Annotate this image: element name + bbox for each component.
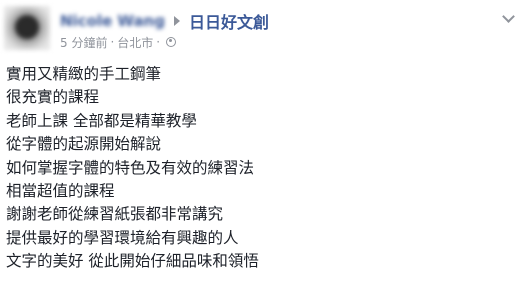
- post-body: 實用又精緻的手工鋼筆 很充實的課程老師上課 全部都是精華教學 從字體的起源開始解說如…: [6, 63, 518, 274]
- post-text-line: 老師上課 全部都是精華教學: [6, 111, 197, 130]
- post-location[interactable]: 台北市: [117, 34, 153, 51]
- post-card: Nicole Wang 日日好文創 5 分鐘前 · 台北市 · 實用又精緻的手工…: [0, 0, 526, 283]
- post-text-line: 實用又精緻的手工鋼筆: [6, 65, 162, 83]
- arrow-right-icon: [173, 16, 180, 26]
- avatar[interactable]: [4, 6, 50, 50]
- post-text-line: 文字的美好 從此開始仔細品味和領悟: [6, 252, 259, 271]
- post-text-line: 很充實的課程: [6, 88, 100, 107]
- globe-icon[interactable]: [166, 37, 177, 47]
- author-name-link[interactable]: Nicole Wang: [60, 12, 165, 30]
- post-text-line: 從字體的起源開始解說: [6, 135, 162, 154]
- post-timestamp[interactable]: 5 分鐘前: [60, 34, 107, 51]
- meta-separator: ·: [110, 35, 115, 49]
- post-options-chevron-icon[interactable]: [502, 12, 516, 22]
- post-text-line: 謝謝老師從練習紙張都非常講究: [6, 205, 224, 224]
- post-text-line: 相當超值的課程: [6, 182, 115, 201]
- page-name-link[interactable]: 日日好文創: [189, 9, 269, 33]
- post-header: Nicole Wang 日日好文創 5 分鐘前 · 台北市 ·: [4, 4, 526, 52]
- post-title-line: Nicole Wang 日日好文創: [60, 10, 269, 32]
- meta-separator-2: ·: [156, 35, 161, 49]
- post-text-line: 提供最好的學習環境給有興趣的人: [6, 228, 239, 247]
- post-meta: 5 分鐘前 · 台北市 ·: [60, 34, 177, 51]
- post-text-line: 如何掌握字體的特色及有效的練習法: [6, 158, 255, 177]
